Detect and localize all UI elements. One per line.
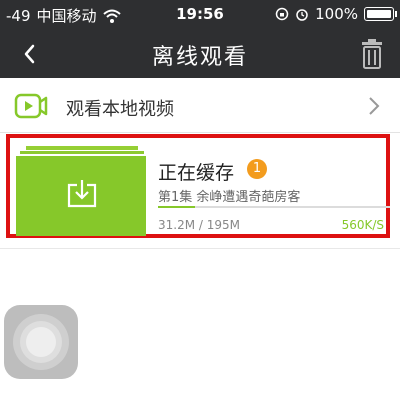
status-bar: -49 中国移动 19:56 100%: [0, 0, 400, 30]
local-videos-label: 观看本地视频: [66, 99, 174, 120]
download-size: 31.2M / 195M: [158, 218, 241, 232]
divider: [0, 248, 400, 249]
downloading-title: 正在缓存: [158, 162, 235, 184]
rotation-lock-icon: [275, 7, 289, 21]
download-icon: [67, 180, 97, 208]
download-progress-bar: [158, 206, 390, 208]
count-badge: 1: [247, 159, 267, 179]
download-thumbnail: [16, 146, 146, 236]
downloading-item[interactable]: 正在缓存 1 第1集 余峥遭遇奇葩房客 31.2M / 195M 560K/S: [6, 134, 390, 238]
local-videos-row[interactable]: 观看本地视频: [0, 80, 400, 133]
battery-icon: [364, 7, 397, 21]
episode-title: 第1集 余峥遭遇奇葩房客: [158, 190, 301, 205]
chevron-right-icon: [369, 97, 380, 115]
download-speed: 560K/S: [341, 218, 384, 232]
battery-percent: 100%: [315, 5, 358, 23]
page-title: 离线观看: [151, 45, 248, 70]
alarm-icon: [296, 9, 308, 21]
nav-bar: 离线观看: [0, 30, 400, 78]
download-progress-fill: [158, 206, 196, 208]
video-play-icon: [14, 93, 48, 119]
trash-icon[interactable]: [360, 38, 384, 70]
status-right: 100%: [275, 5, 397, 23]
assistive-touch-button[interactable]: [4, 305, 78, 379]
